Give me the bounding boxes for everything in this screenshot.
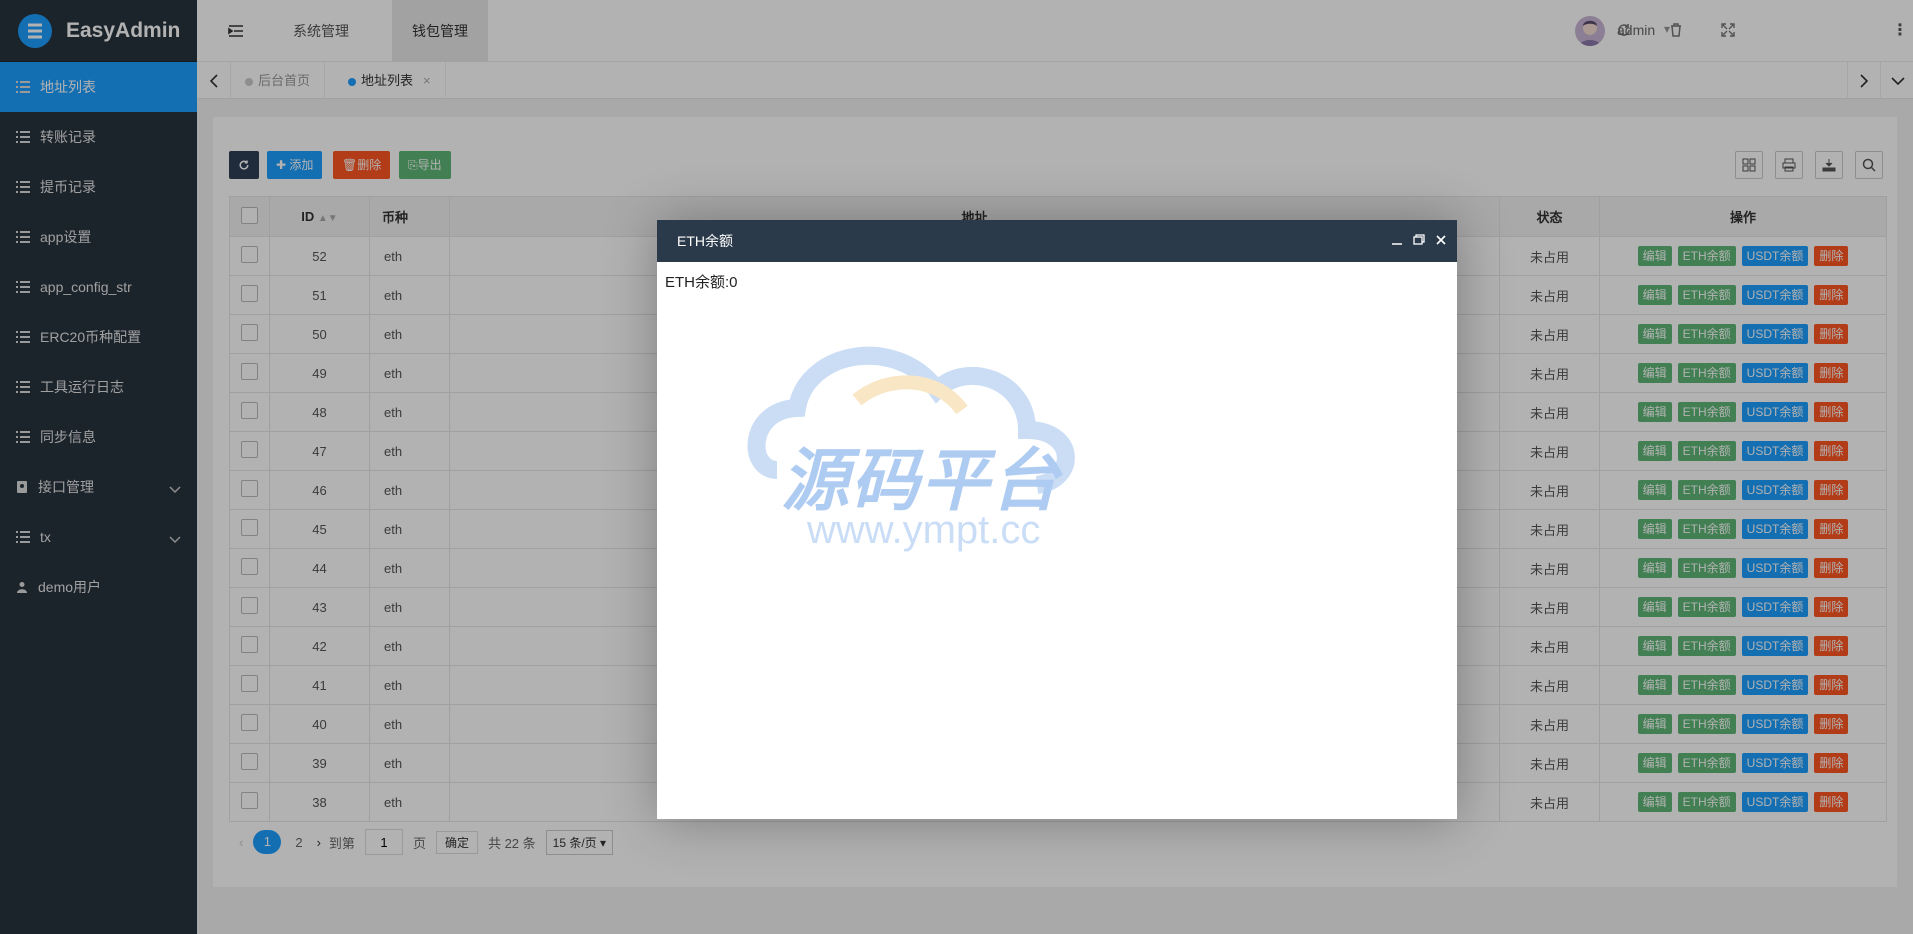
watermark-url: www.ympt.cc	[807, 508, 1041, 552]
maximize-icon[interactable]	[1413, 220, 1425, 262]
modal-body: ETH余额:0	[665, 274, 738, 291]
close-icon[interactable]	[1435, 220, 1447, 262]
watermark: 源码平台 www.ympt.cc	[737, 340, 1117, 560]
minimize-icon[interactable]	[1391, 220, 1403, 262]
modal-title: ETH余额	[677, 233, 733, 249]
modal-header[interactable]: ETH余额	[657, 220, 1457, 262]
eth-balance-modal: ETH余额 ETH余额:0 源码平台 www.ympt.cc	[657, 220, 1457, 819]
